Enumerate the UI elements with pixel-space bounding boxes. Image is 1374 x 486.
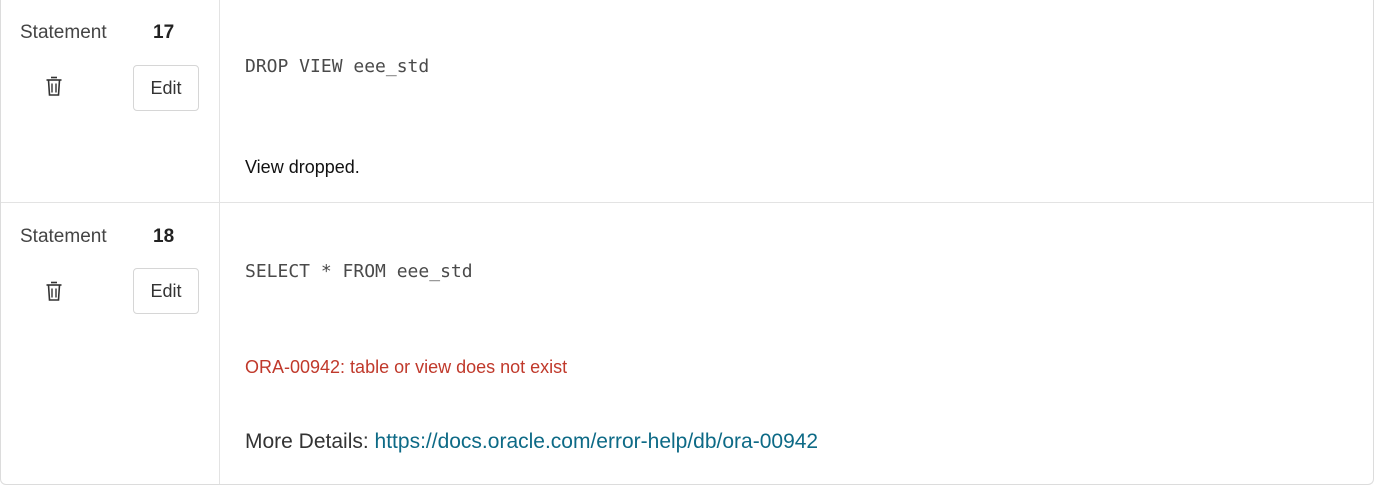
edit-button[interactable]: Edit [133, 268, 199, 314]
statement-content: SELECT * FROM eee_std ORA-00942: table o… [220, 203, 1373, 484]
sql-text: SELECT * FROM eee_std [245, 261, 473, 282]
edit-button[interactable]: Edit [133, 65, 199, 111]
statement-meta: Statement 17 Edit [1, 0, 220, 202]
statement-meta: Statement 18 Edit [1, 203, 220, 484]
statement-row-18: Statement 18 Edit SELECT * FROM eee_std … [1, 203, 1373, 484]
result-message: View dropped. [245, 157, 360, 177]
statement-row-17: Statement 17 Edit DROP VIEW eee_std View… [1, 0, 1373, 203]
statement-label: Statement [20, 22, 107, 43]
statement-label: Statement [20, 226, 107, 247]
more-details-label: More Details: [245, 430, 375, 453]
more-details: More Details: https://docs.oracle.com/er… [245, 430, 818, 454]
statement-number: 18 [153, 226, 175, 247]
sql-text: DROP VIEW eee_std [245, 56, 430, 77]
trash-icon[interactable] [45, 280, 63, 302]
trash-icon[interactable] [45, 75, 63, 97]
error-message: ORA-00942: table or view does not exist [245, 357, 568, 377]
statements-card: Statement 17 Edit DROP VIEW eee_std View… [0, 0, 1374, 485]
statement-number: 17 [153, 22, 175, 43]
error-help-link[interactable]: https://docs.oracle.com/error-help/db/or… [375, 430, 819, 453]
statement-content: DROP VIEW eee_std View dropped. [220, 0, 1373, 202]
